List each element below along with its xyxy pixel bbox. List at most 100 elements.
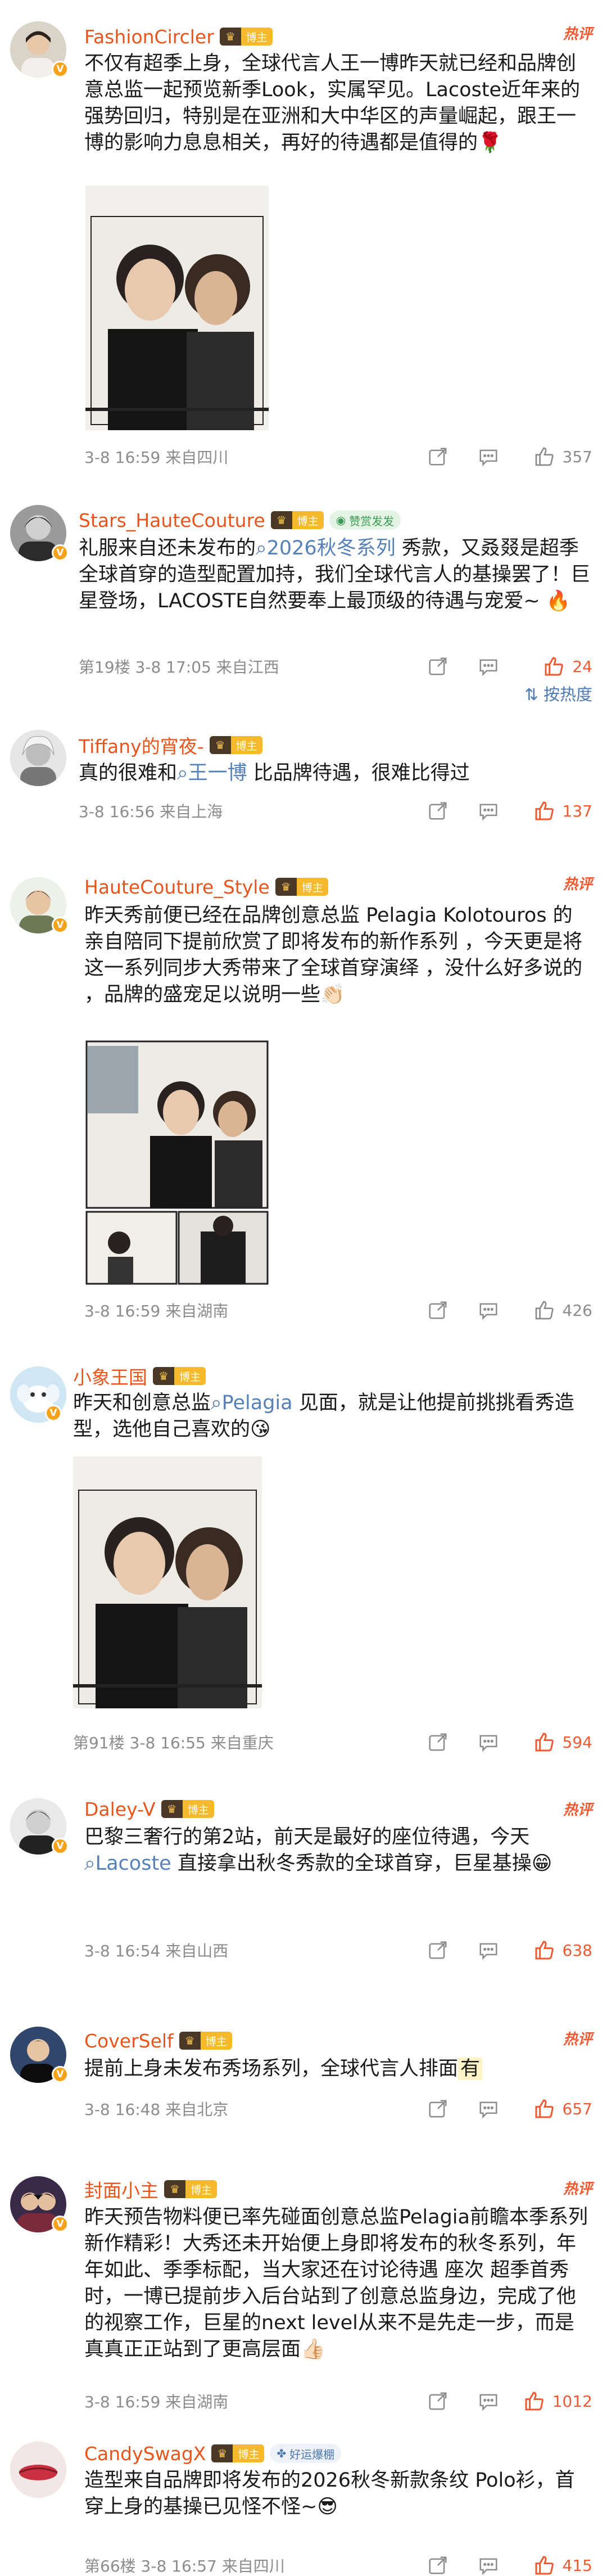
luck-tag: ✤ 好运爆棚 (270, 2444, 342, 2463)
share-icon[interactable] (413, 656, 463, 677)
comment-card: V CoverSelf ♛ 博主 热评 提前上身未发布秀场系列，全球代言人排面有 … (0, 2013, 607, 2165)
comment-footer: 第19楼 3-8 17:05 来自江西 24 (79, 655, 592, 678)
comment-text: 真的很难和⌕王一博 比品牌待遇，很难比得过 (79, 762, 470, 784)
thumbs-up-icon (525, 2392, 543, 2411)
comment-footer: 3-8 16:56 来自上海 137 (79, 800, 592, 822)
comment-photo-grid[interactable] (85, 1040, 269, 1285)
search-icon: ⌕ (211, 1392, 222, 1414)
reply-icon[interactable] (463, 800, 514, 822)
comment-footer: 3-8 16:48 来自北京 657 (84, 2097, 592, 2120)
share-icon[interactable] (413, 1300, 463, 1321)
avatar[interactable] (10, 2442, 66, 2498)
comment-card: V Stars_HauteCouture ♛ 博主 ◉ 赞赏发发 礼服来自还未发布的… (0, 484, 607, 725)
share-icon[interactable] (413, 800, 463, 822)
share-icon[interactable] (413, 1731, 463, 1753)
crown-icon: ♛ (270, 511, 292, 529)
blogger-badge: ♛ 博主 (211, 2444, 265, 2462)
username[interactable]: 小象王国 (73, 1363, 147, 1389)
reply-icon[interactable] (463, 2555, 514, 2576)
coin-icon: ◉ (336, 513, 346, 527)
topic-link[interactable]: ⌕2026秋冬系列 (256, 537, 396, 560)
verified-badge-icon: V (52, 544, 69, 561)
comment-text: 巴黎三奢行的第2站，前天是最好的座位待遇，今天⌕Lacoste 直接拿出秋冬秀款… (84, 1826, 552, 1875)
appreciation-tag: ◉ 赞赏发发 (329, 511, 401, 530)
username[interactable]: Tiffany的宵夜- (79, 732, 204, 759)
comment-header: Tiffany的宵夜- ♛ 博主 (79, 731, 262, 759)
sort-by-hot[interactable]: ⇅ 按热度 (524, 682, 592, 705)
hot-comment-badge: 热评 (563, 876, 592, 893)
comment-header: CoverSelf ♛ 博主 (84, 2027, 232, 2055)
blogger-badge: ♛ 博主 (219, 28, 273, 46)
comment-header: 小象王国 ♛ 博主 (73, 1362, 206, 1390)
like-button[interactable]: 426 (514, 1299, 592, 1321)
username[interactable]: 封面小主 (84, 2176, 158, 2203)
like-button[interactable]: 638 (514, 1939, 592, 1961)
thumbs-up-icon (545, 657, 564, 676)
comment-meta: 3-8 16:59 来自四川 (84, 448, 229, 467)
emoji-box: 有 (458, 2058, 483, 2080)
share-icon[interactable] (413, 2390, 463, 2412)
like-button[interactable]: 415 (514, 2554, 592, 2576)
comment-photo[interactable] (73, 1456, 262, 1708)
comment-header: CandySwagX ♛ 博主 ✤ 好运爆棚 (84, 2439, 342, 2467)
comment-footer: 3-8 16:54 来自山西 638 (84, 1939, 592, 1961)
comment-meta: 3-8 16:59 来自湖南 (84, 1302, 229, 1320)
share-icon[interactable] (413, 446, 463, 467)
comment-meta: 3-8 16:59 来自湖南 (84, 2393, 229, 2411)
username[interactable]: HauteCouture_Style (84, 876, 270, 898)
comment-photo[interactable] (85, 186, 269, 430)
username[interactable]: CandySwagX (84, 2443, 206, 2465)
verified-badge-icon: V (52, 61, 69, 78)
like-button[interactable]: 657 (514, 2097, 592, 2120)
like-button[interactable]: 357 (514, 445, 592, 468)
crown-icon: ♛ (153, 1367, 174, 1385)
comment-meta: 第91楼 3-8 16:55 来自重庆 (73, 1734, 274, 1752)
crown-icon: ♛ (211, 2444, 233, 2462)
reply-icon[interactable] (463, 1300, 514, 1321)
reply-icon[interactable] (463, 446, 514, 467)
share-icon[interactable] (413, 2555, 463, 2576)
blogger-badge: ♛ 博主 (179, 2032, 232, 2050)
sort-icon: ⇅ (524, 685, 543, 704)
reply-icon[interactable] (463, 2098, 514, 2119)
search-icon: ⌕ (177, 762, 188, 784)
reply-icon[interactable] (463, 2390, 514, 2412)
thumbs-up-icon (535, 1941, 554, 1960)
search-icon: ⌕ (84, 1852, 96, 1875)
reply-icon[interactable] (463, 1939, 514, 1961)
username[interactable]: Daley-V (84, 1798, 156, 1820)
blogger-badge: ♛ 博主 (164, 2180, 218, 2198)
comment-card: V FashionCircler ♛ 博主 热评 不仅有超季上身，全球代言人王一博… (0, 0, 607, 484)
hot-comment-badge: 热评 (563, 2181, 592, 2198)
comment-text: 不仅有超季上身，全球代言人王一博昨天就已经和品牌创意总监一起预览新季Look，实… (84, 52, 581, 154)
comment-card: V HauteCouture_Style ♛ 博主 热评 昨天秀前便已经在品牌创意… (0, 860, 607, 1350)
like-button[interactable]: 594 (514, 1731, 592, 1753)
like-button[interactable]: 137 (514, 800, 592, 822)
user-mention-link[interactable]: ⌕Pelagia (211, 1392, 293, 1414)
avatar[interactable] (10, 730, 66, 786)
comment-text: 昨天和创意总监⌕Pelagia 见面，就是让他提前挑挑看秀造型，选他自己喜欢的😘 (73, 1392, 574, 1441)
verified-badge-icon: V (52, 2066, 69, 2083)
comment-footer: 3-8 16:59 来自湖南 1012 (84, 2390, 592, 2412)
hot-comment-badge: 热评 (563, 26, 592, 43)
reply-icon[interactable] (463, 1731, 514, 1753)
comment-card: V Daley-V ♛ 博主 热评 巴黎三奢行的第2站，前天是最好的座位待遇，今天… (0, 1788, 607, 2013)
username[interactable]: Stars_HauteCouture (79, 509, 265, 531)
username[interactable]: FashionCircler (84, 26, 214, 48)
blogger-badge: ♛ 博主 (209, 736, 262, 754)
comment-meta: 3-8 16:48 来自北京 (84, 2100, 229, 2119)
crown-icon: ♛ (209, 736, 231, 754)
reply-icon[interactable] (463, 656, 514, 677)
like-button[interactable]: 24 (514, 655, 592, 678)
comment-header: FashionCircler ♛ 博主 (84, 22, 273, 51)
thumbs-up-icon (535, 2556, 554, 2575)
share-icon[interactable] (413, 1939, 463, 1961)
user-mention-link[interactable]: ⌕Lacoste (84, 1852, 171, 1875)
hot-comment-badge: 热评 (563, 2031, 592, 2048)
like-button[interactable]: 1012 (514, 2390, 592, 2412)
thumbs-up-icon (535, 801, 554, 820)
share-icon[interactable] (413, 2098, 463, 2119)
crown-icon: ♛ (219, 28, 241, 46)
user-mention-link[interactable]: ⌕王一博 (177, 762, 247, 784)
username[interactable]: CoverSelf (84, 2030, 174, 2052)
